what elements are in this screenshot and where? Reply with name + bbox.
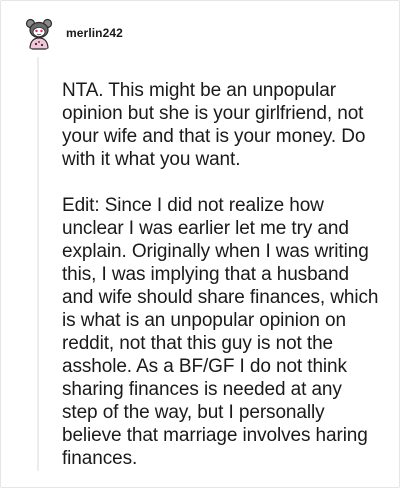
comment-card: merlin242 NTA. This might be an unpopula… bbox=[0, 0, 400, 488]
username[interactable]: merlin242 bbox=[66, 26, 123, 40]
user-avatar[interactable] bbox=[21, 15, 57, 51]
snoo-avatar-icon bbox=[25, 18, 53, 50]
comment-paragraph-1: NTA. This might be an unpopular opinion … bbox=[62, 80, 366, 170]
comment-body: NTA. This might be an unpopular opinion … bbox=[62, 79, 382, 470]
comment-header: merlin242 bbox=[21, 15, 123, 51]
thread-line[interactable] bbox=[37, 57, 39, 471]
comment-paragraph-2: Edit: Since I did not realize how unclea… bbox=[62, 195, 379, 469]
